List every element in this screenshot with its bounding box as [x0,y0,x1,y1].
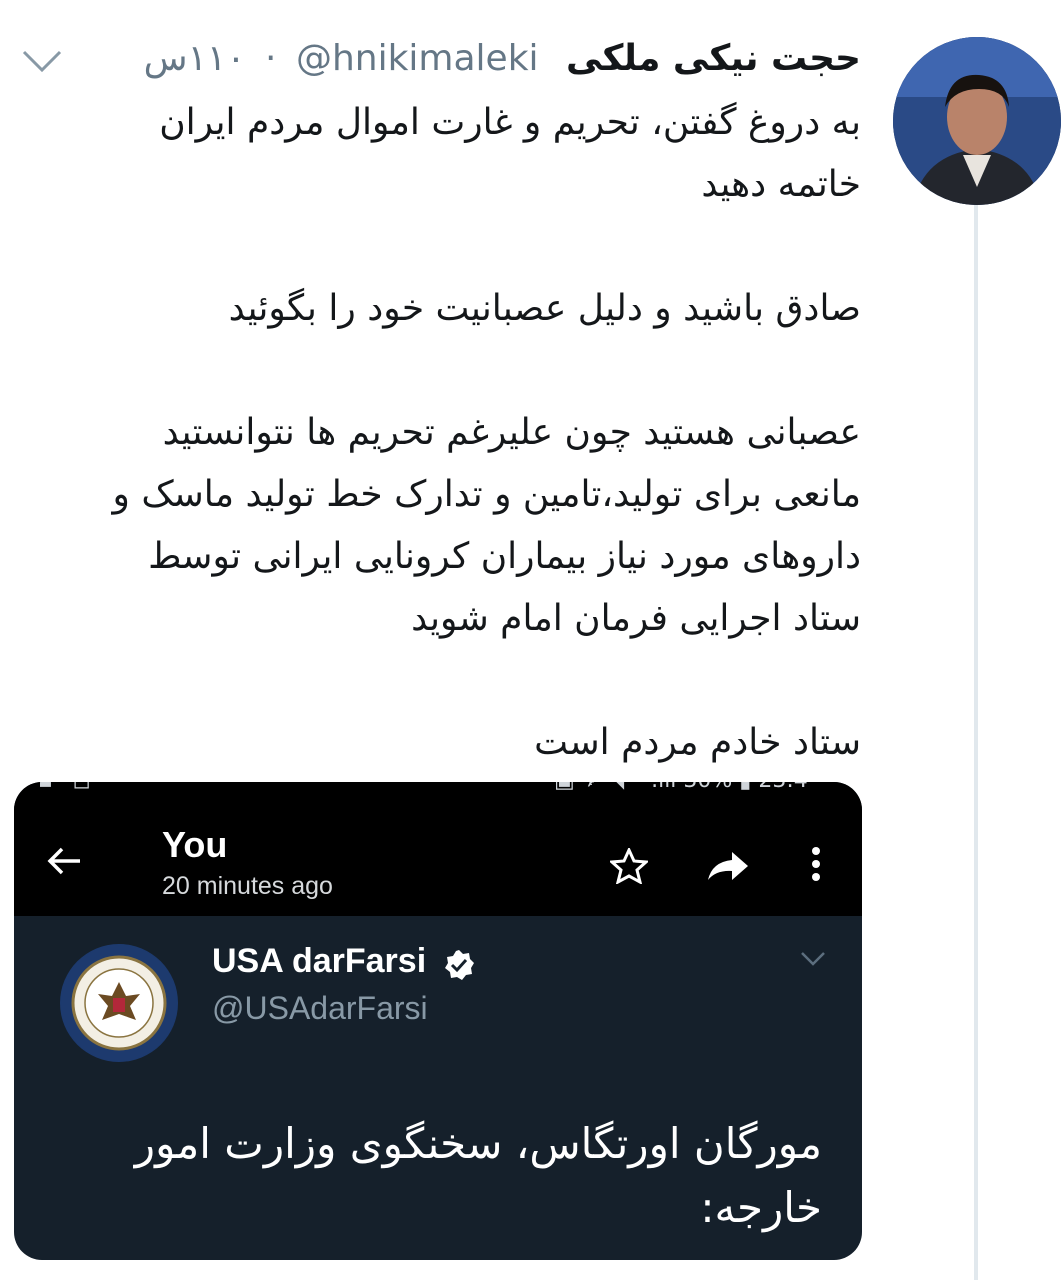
embedded-author-name: USA darFarsi [212,942,427,980]
meta-separator: · [265,38,277,79]
tweet-body: به دروغ گفتن، تحریم و غارت اموال مردم ای… [1,92,861,774]
share-icon [708,852,748,880]
thread-line [974,205,978,1280]
tweet-header: حجت نیکی ملکی @hnikimaleki · ۱۱۰س [144,28,861,90]
tweet-time[interactable]: ۱۱۰س [144,38,246,79]
author-avatar-image [893,37,1061,205]
screenshot-topbar: You 20 minutes ago [14,796,862,916]
embedded-tweet-text: مورگان اورتگاس، سخنگوی وزارت امور خارجه: [62,1112,822,1240]
author-avatar[interactable] [893,37,1061,205]
tweet-line: عصبانی هستید چون علیرغم تحریم ها نتوانست… [162,412,861,453]
chevron-down-icon[interactable] [20,44,64,78]
more-vertical-icon [812,847,820,881]
embedded-tweet-line: خارجه: [700,1183,822,1232]
state-department-seal-icon [60,944,178,1062]
tweet-line: صادق باشید و دلیل عصبانیت خود را بگوئید [228,288,861,329]
screenshot-subtitle: 20 minutes ago [162,872,333,900]
verified-badge-icon [445,950,474,980]
embedded-chevron-down-icon [801,952,825,966]
back-arrow-icon [47,847,80,875]
tweet-media-image[interactable]: ▪ ᐧ ◻ ▣ ✈ ◥ ᵗᵗ .ıll 30% ▮ 23:4 You 20 mi… [14,782,862,1260]
status-right-icons: ▣ ✈ ◥ ᵗᵗ .ıll 30% ▮ 23:4 [554,782,808,793]
tweet-line: ستاد اجرایی فرمان امام شوید [411,598,861,639]
status-left-icons: ▪ ᐧ ◻ [38,782,91,793]
screenshot-title: You [162,824,228,865]
tweet-line: ستاد خادم مردم است [534,722,861,763]
tweet-line: مانعی برای تولید،تامین و تدارک خط تولید … [112,474,861,515]
tweet-line: به دروغ گفتن، تحریم و غارت اموال مردم ای… [159,102,861,143]
tweet-line: خاتمه دهید [701,164,861,205]
embedded-tweet-line: مورگان اورتگاس، سخنگوی وزارت امور [134,1119,822,1168]
tweet-line: داروهای مورد نیاز بیماران کرونایی ایرانی… [148,536,861,577]
embedded-author-handle: @USAdarFarsi [212,990,428,1026]
star-icon [610,848,648,884]
author-name[interactable]: حجت نیکی ملکی [566,38,861,79]
author-handle[interactable]: @hnikimaleki [296,38,539,79]
phone-status-bar: ▪ ᐧ ◻ ▣ ✈ ◥ ᵗᵗ .ıll 30% ▮ 23:4 [14,782,862,796]
